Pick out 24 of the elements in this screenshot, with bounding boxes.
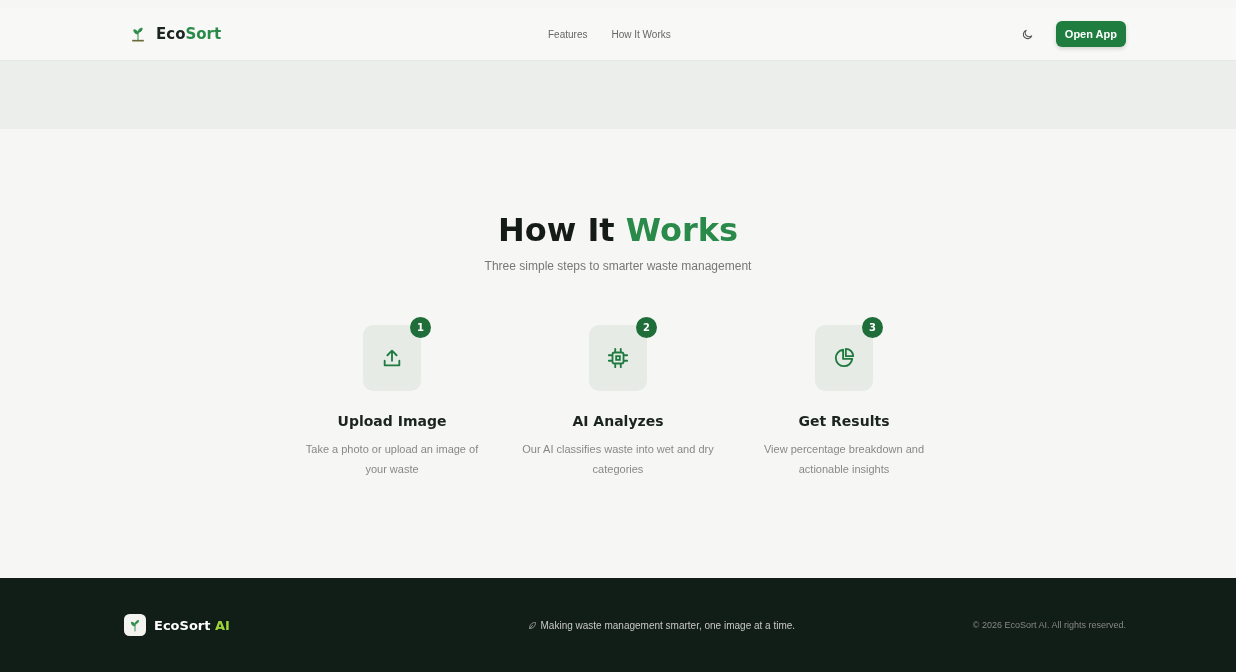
nav-link[interactable]: How It Works — [611, 28, 671, 40]
footer-brand-name: EcoSort AI — [154, 617, 230, 633]
pie-chart-icon — [833, 347, 855, 369]
step-title: Upload Image — [337, 413, 447, 429]
leaf-icon — [527, 620, 537, 630]
step-title: Get Results — [798, 413, 890, 429]
step-number-badge: 3 — [862, 317, 883, 338]
section-title: How It Works — [497, 211, 739, 249]
step-description: Our AI classifies waste into wet and dry categories — [521, 442, 715, 477]
step-description: Take a photo or upload an image of your waste — [304, 442, 480, 477]
step-number-badge: 1 — [410, 317, 431, 338]
upload-icon — [381, 347, 403, 369]
section-subtitle: Three simple steps to smarter waste management — [484, 259, 752, 273]
copyright-text: © 2026 EcoSort AI. All rights reserved. — [972, 620, 1126, 630]
footer-tagline: Making waste management smarter, one image at a time. — [540, 619, 796, 631]
sprout-logo-icon — [124, 614, 146, 636]
step-number-badge: 2 — [636, 317, 657, 338]
nav-link[interactable]: Features — [548, 28, 588, 40]
open-app-button[interactable]: Open App — [1055, 21, 1126, 47]
chip-icon — [607, 347, 629, 369]
step-title: AI Analyzes — [572, 413, 664, 429]
brand-name: EcoSort — [156, 25, 222, 43]
step-description: View percentage breakdown and actionable insights — [763, 442, 925, 477]
moon-icon — [1020, 27, 1034, 41]
